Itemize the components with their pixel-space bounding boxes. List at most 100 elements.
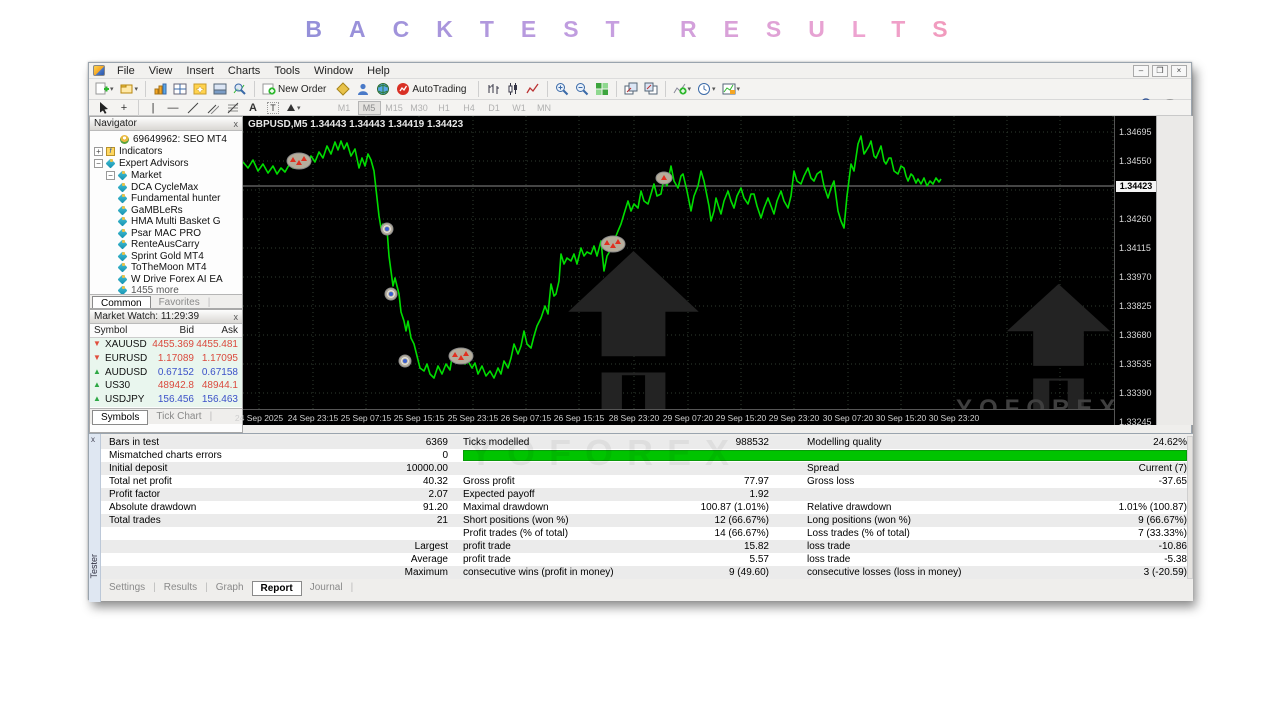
tester-tab-journal[interactable]: Journal: [302, 581, 351, 594]
data-window-button[interactable]: [171, 80, 189, 98]
arrange-vertical-button[interactable]: [642, 80, 660, 98]
channel-tool-button[interactable]: [204, 99, 222, 117]
timeframe-h4[interactable]: H4: [458, 101, 481, 115]
market-watch-row-audusd[interactable]: ▲AUDUSD0.671520.67158: [90, 366, 242, 380]
navigator-item-psar-mac-pro[interactable]: Psar MAC PRO: [90, 227, 242, 239]
cursor-tool-button[interactable]: [95, 99, 113, 117]
bar-chart-type-button[interactable]: [484, 80, 502, 98]
news-globe-button[interactable]: [374, 80, 392, 98]
text-tool-button[interactable]: A: [244, 99, 262, 117]
report-label: profit trade: [463, 540, 511, 553]
expand-icon[interactable]: +: [94, 147, 103, 156]
timeframe-w1[interactable]: W1: [508, 101, 531, 115]
arrange-horizontal-button[interactable]: [622, 80, 640, 98]
navigator-close-icon[interactable]: x: [234, 119, 239, 129]
navigator-item-hma-multi-basket-g[interactable]: HMA Multi Basket G: [90, 216, 242, 228]
price-tick-label: 1.33535: [1119, 359, 1152, 369]
menu-file[interactable]: File: [110, 65, 142, 77]
tester-tab-graph[interactable]: Graph: [208, 581, 252, 594]
market-watch-tab-tick-chart[interactable]: Tick Chart: [148, 410, 209, 423]
market-watch-row-us30[interactable]: ▲US3048942.848944.1: [90, 379, 242, 393]
navigator-tab-favorites[interactable]: Favorites: [151, 296, 208, 309]
candlestick-type-button[interactable]: [504, 80, 522, 98]
tile-windows-button[interactable]: [593, 80, 611, 98]
timeframe-m30[interactable]: M30: [408, 101, 431, 115]
close-button[interactable]: ×: [1171, 65, 1187, 77]
autotrading-button[interactable]: AutoTrading: [394, 80, 472, 98]
navigator-item-expert-advisors[interactable]: − Expert Advisors: [90, 157, 242, 169]
minimize-button[interactable]: –: [1133, 65, 1149, 77]
navigator-item-market[interactable]: − Market: [90, 169, 242, 181]
navigator-item-gamblers[interactable]: GaMBLeRs: [90, 204, 242, 216]
collapse-icon[interactable]: −: [106, 171, 115, 180]
menu-help[interactable]: Help: [360, 65, 397, 77]
new-chart-button[interactable]: ▾: [93, 80, 116, 98]
market-watch-close-icon[interactable]: x: [234, 312, 239, 322]
vertical-line-tool-button[interactable]: |: [144, 99, 162, 117]
timeframe-mn[interactable]: MN: [533, 101, 556, 115]
horizontal-line-tool-button[interactable]: —: [164, 99, 182, 117]
market-watch-button[interactable]: [151, 80, 169, 98]
indicators-button[interactable]: ▾: [671, 80, 694, 98]
timeframe-m1[interactable]: M1: [333, 101, 356, 115]
fibonacci-tool-button[interactable]: [224, 99, 242, 117]
trendline-tool-button[interactable]: [184, 99, 202, 117]
tester-tab-report[interactable]: Report: [252, 581, 302, 596]
tester-tabs: Settings|Results|GraphReportJournal|: [101, 580, 1187, 597]
templates-button[interactable]: ▾: [720, 80, 743, 98]
navigator-item-renteauscarry[interactable]: RenteAusCarry: [90, 239, 242, 251]
arrows-tool-button[interactable]: ▾: [284, 99, 303, 117]
arrow-up-icon: ▲: [93, 367, 101, 376]
navigator-item-indicators[interactable]: + f Indicators: [90, 145, 242, 157]
tester-panel: x Tester Bars in test6369Ticks modelled9…: [89, 433, 1193, 601]
timeframe-m15[interactable]: M15: [383, 101, 406, 115]
tester-close-icon[interactable]: x: [91, 435, 95, 444]
menu-tools[interactable]: Tools: [267, 65, 307, 77]
market-watch-row-eurusd[interactable]: ▼EURUSD1.170891.17095: [90, 352, 242, 366]
menu-insert[interactable]: Insert: [179, 65, 221, 77]
menu-view[interactable]: View: [142, 65, 180, 77]
metaeditor-button[interactable]: [354, 80, 372, 98]
tester-sidebar: x Tester: [89, 434, 101, 602]
collapse-icon[interactable]: −: [94, 159, 103, 168]
report-label: Gross profit: [463, 475, 515, 488]
menu-charts[interactable]: Charts: [221, 65, 267, 77]
timeframe-d1[interactable]: D1: [483, 101, 506, 115]
restore-button[interactable]: ❐: [1152, 65, 1168, 77]
market-watch-row-usdjpy[interactable]: ▲USDJPY156.456156.463: [90, 393, 242, 407]
market-watch-tab-symbols[interactable]: Symbols: [92, 410, 148, 425]
new-order-button[interactable]: New Order: [260, 80, 332, 98]
menu-window[interactable]: Window: [307, 65, 360, 77]
navigator-item-fundamental-hunter[interactable]: Fundamental hunter: [90, 193, 242, 205]
timeframe-h1[interactable]: H1: [433, 101, 456, 115]
tester-tab-results[interactable]: Results: [156, 581, 205, 594]
ask-value: 156.463: [178, 394, 238, 405]
strategy-tester-button[interactable]: [231, 80, 249, 98]
navigator-item-sprint-gold-mt4[interactable]: Sprint Gold MT4: [90, 250, 242, 262]
time-tick-label: 26 Sep 15:15: [554, 413, 605, 423]
report-label: Ticks modelled: [463, 436, 529, 449]
tester-scrollbar[interactable]: [1187, 436, 1193, 579]
navigator-item-tothemoon-mt4[interactable]: ToTheMoon MT4: [90, 262, 242, 274]
price-tick-label: 1.34550: [1119, 156, 1152, 166]
zoom-in-button[interactable]: [553, 80, 571, 98]
label-tool-button[interactable]: T: [264, 99, 282, 117]
expert-advisors-button[interactable]: [334, 80, 352, 98]
zoom-out-button[interactable]: [573, 80, 591, 98]
market-watch-row-xauusd[interactable]: ▼XAUUSD4455.3694455.481: [90, 338, 242, 352]
profiles-button[interactable]: ▾: [118, 80, 141, 98]
report-label: Gross loss: [807, 475, 854, 488]
navigator-account[interactable]: 69649962: SEO MT4: [90, 133, 242, 145]
navigator-button[interactable]: [191, 80, 209, 98]
navigator-tab-common[interactable]: Common: [92, 296, 151, 309]
navigator-title: Navigator: [94, 118, 137, 129]
periods-button[interactable]: ▾: [695, 80, 718, 98]
crosshair-tool-button[interactable]: +: [115, 99, 133, 117]
price-chart[interactable]: YOFOREX: [243, 116, 1114, 409]
tester-tab-settings[interactable]: Settings: [101, 581, 153, 594]
line-chart-type-button[interactable]: [524, 80, 542, 98]
timeframe-m5[interactable]: M5: [358, 101, 381, 115]
navigator-item-dca-cyclemax[interactable]: DCA CycleMax: [90, 181, 242, 193]
terminal-button[interactable]: [211, 80, 229, 98]
price-tick-label: 1.33680: [1119, 330, 1152, 340]
